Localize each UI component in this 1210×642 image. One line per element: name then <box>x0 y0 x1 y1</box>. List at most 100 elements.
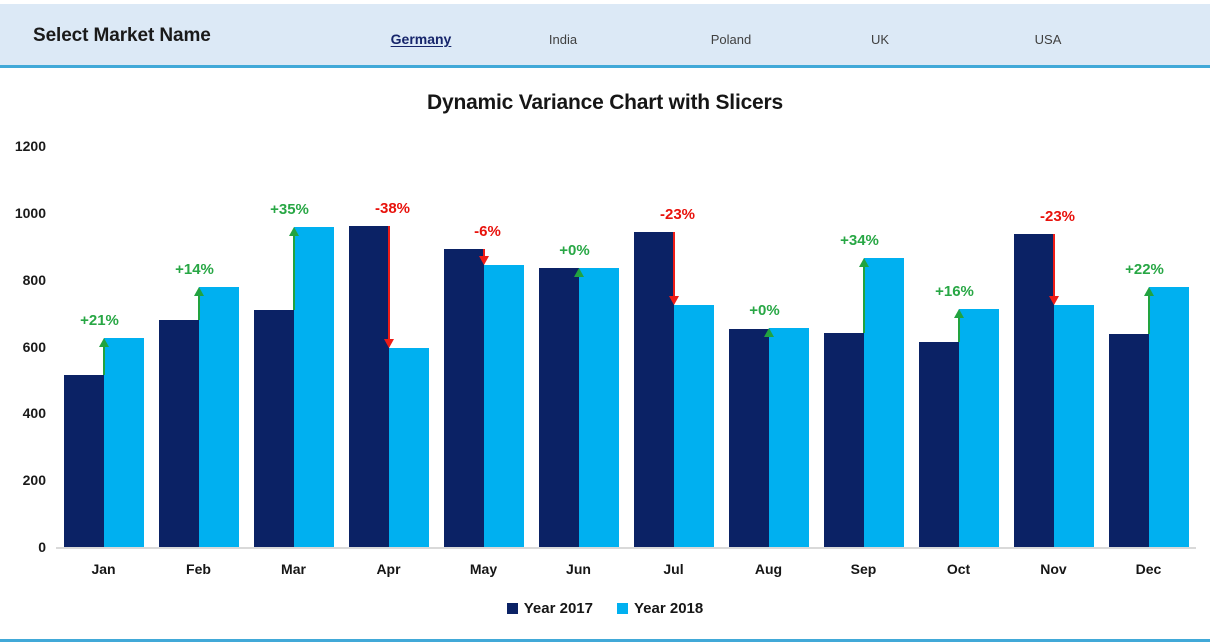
variance-label-feb: +14% <box>175 261 214 279</box>
bar-aug-year2018[interactable] <box>768 328 809 547</box>
variance-label-may: -6% <box>474 222 501 240</box>
bar-feb-year2017[interactable] <box>158 319 199 547</box>
arrow-shaft <box>672 232 675 298</box>
legend-item-year-2017[interactable]: Year 2017 <box>506 600 593 617</box>
variance-arrow-aug-up <box>763 328 775 338</box>
x-axis-label-feb: Feb <box>186 561 211 577</box>
variance-arrow-jan-up <box>98 338 110 375</box>
bar-mar-year2017[interactable] <box>253 310 294 547</box>
x-axis-label-apr: Apr <box>376 561 401 577</box>
bar-may-year2018[interactable] <box>483 265 524 547</box>
legend-label: Year 2017 <box>523 600 593 617</box>
arrow-head <box>668 295 679 305</box>
x-axis-label-jul: Jul <box>663 561 684 577</box>
variance-arrow-sep-up <box>858 257 870 333</box>
variance-arrow-mar-up <box>288 227 300 311</box>
legend-label: Year 2018 <box>634 600 704 617</box>
arrow-head <box>478 256 489 266</box>
legend-swatch-icon <box>617 603 628 614</box>
arrow-shaft <box>862 264 865 333</box>
arrow-shaft <box>1147 294 1150 335</box>
variance-label-oct: +16% <box>935 282 974 300</box>
slicer-item-india[interactable]: India <box>549 32 577 47</box>
bar-sep-year2017[interactable] <box>823 332 864 547</box>
x-axis-label-jun: Jun <box>566 561 591 577</box>
arrow-head <box>1143 287 1154 297</box>
slicer-title: Select Market Name <box>33 25 211 46</box>
arrow-shaft <box>292 234 295 311</box>
variance-arrow-dec-up <box>1143 287 1155 335</box>
arrow-head <box>288 227 299 237</box>
bar-aug-year2017[interactable] <box>728 328 769 547</box>
arrow-head <box>858 257 869 267</box>
slicer-item-usa[interactable]: USA <box>1035 32 1062 47</box>
chart-legend: Year 2017 Year 2018 <box>0 600 1210 617</box>
arrow-head <box>953 308 964 318</box>
plot-region: 0 200 400 600 800 1000 1200 Jan Feb Mar Apr May Jun… <box>0 69 1210 624</box>
arrow-shaft <box>1052 233 1055 299</box>
arrow-head <box>383 339 394 349</box>
variance-arrow-may-down <box>478 248 490 266</box>
x-axis-label-nov: Nov <box>1040 561 1067 577</box>
chart-area: Dynamic Variance Chart with Slicers 0 200… <box>0 69 1210 624</box>
x-axis-line <box>56 547 1196 549</box>
slicer-item-uk[interactable]: UK <box>871 32 889 47</box>
x-axis-label-may: May <box>469 561 498 577</box>
variance-arrow-apr-down <box>383 226 395 349</box>
variance-label-sep: +34% <box>840 231 879 249</box>
x-axis-label-jan: Jan <box>91 561 116 577</box>
variance-label-jan: +21% <box>80 312 119 330</box>
variance-label-apr: -38% <box>374 200 411 218</box>
variance-label-jun: +0% <box>559 241 590 259</box>
y-axis-tick: 200 <box>22 472 46 489</box>
bar-feb-year2018[interactable] <box>198 287 239 547</box>
x-axis-label-aug: Aug <box>754 561 783 577</box>
bar-apr-year2018[interactable] <box>388 348 429 547</box>
bar-jun-year2017[interactable] <box>538 267 579 547</box>
bar-jan-year2018[interactable] <box>103 338 144 547</box>
x-axis-label-sep: Sep <box>850 561 877 577</box>
y-axis-tick: 1200 <box>14 138 46 154</box>
slicer-item-poland[interactable]: Poland <box>711 32 751 47</box>
bar-jul-year2018[interactable] <box>673 304 714 547</box>
y-axis-tick: 1000 <box>14 204 46 221</box>
variance-label-nov: -23% <box>1039 207 1076 225</box>
slicer-item-germany[interactable]: Germany <box>391 31 452 47</box>
x-axis-label-dec: Dec <box>1135 561 1162 577</box>
arrow-head <box>1048 296 1059 306</box>
legend-swatch-icon <box>506 603 518 614</box>
arrow-head <box>573 267 584 277</box>
variance-label-mar: +35% <box>270 201 309 219</box>
y-axis-tick: 0 <box>38 539 46 555</box>
arrow-shaft <box>102 345 105 375</box>
variance-arrow-feb-up <box>193 287 205 320</box>
bar-jan-year2017[interactable] <box>63 374 104 547</box>
arrow-head <box>193 287 204 297</box>
y-axis-tick: 800 <box>22 271 46 288</box>
variance-arrow-jul-down <box>668 232 680 305</box>
x-axis-label-mar: Mar <box>281 561 306 577</box>
bar-oct-year2017[interactable] <box>918 342 959 547</box>
bar-mar-year2018[interactable] <box>293 227 334 547</box>
variance-arrow-oct-up <box>953 308 965 343</box>
variance-label-aug: +0% <box>749 302 780 320</box>
arrow-head <box>763 328 774 338</box>
bar-nov-year2018[interactable] <box>1053 305 1094 547</box>
arrow-shaft <box>957 315 960 343</box>
x-axis-label-oct: Oct <box>946 561 971 577</box>
bar-oct-year2018[interactable] <box>958 308 999 547</box>
bar-sep-year2018[interactable] <box>863 257 904 547</box>
variance-label-jul: -23% <box>659 206 696 224</box>
variance-label-dec: +22% <box>1125 261 1164 279</box>
bar-may-year2017[interactable] <box>443 248 484 547</box>
bar-dec-year2018[interactable] <box>1148 287 1189 547</box>
variance-arrow-jun-up <box>573 267 585 277</box>
y-axis-tick: 600 <box>22 338 46 355</box>
market-slicer-panel: Select Market Name Germany India Poland UK U… <box>0 2 1210 68</box>
y-axis-tick: 400 <box>22 405 46 422</box>
bar-dec-year2017[interactable] <box>1108 334 1149 547</box>
legend-item-year-2018[interactable]: Year 2018 <box>617 600 703 617</box>
arrow-shaft <box>197 294 200 320</box>
arrow-shaft <box>387 226 390 342</box>
bar-jun-year2018[interactable] <box>578 267 619 547</box>
